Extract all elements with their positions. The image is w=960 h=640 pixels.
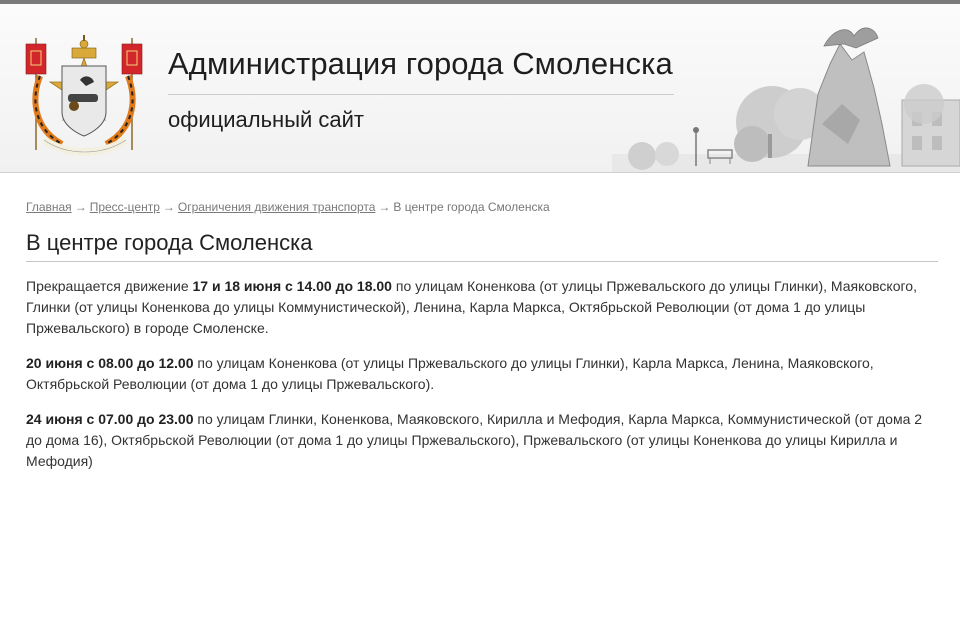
page-title: В центре города Смоленска <box>26 230 313 255</box>
site-subtitle: официальный сайт <box>168 107 365 132</box>
breadcrumb-separator: → <box>74 200 87 214</box>
breadcrumb-link-home[interactable]: Главная <box>26 200 72 214</box>
article-paragraph-3: 24 июня с 07.00 до 23.00 по улицам Глинк… <box>26 409 940 472</box>
site-title[interactable]: Администрация города Смоленска <box>168 46 673 82</box>
title-underline <box>26 261 938 262</box>
breadcrumb-link-press[interactable]: Пресс-центр <box>90 200 160 214</box>
breadcrumb: Главная → Пресс-центр → Ограничения движения… <box>26 200 550 214</box>
site-header: Администрация города Смоленска официальн… <box>0 4 960 173</box>
monument-illustration-icon <box>612 27 960 172</box>
breadcrumb-separator: → <box>378 200 391 214</box>
breadcrumb-link-section[interactable]: Ограничения движения транспорта <box>178 200 376 214</box>
paragraph-lead-text: Прекращается движение <box>26 278 193 294</box>
breadcrumb-separator: → <box>162 200 175 214</box>
paragraph-date-bold: 17 и 18 июня с 14.00 до 18.00 <box>192 278 392 294</box>
article-paragraph-1: Прекращается движение 17 и 18 июня с 14.… <box>26 276 940 339</box>
article-body: Прекращается движение 17 и 18 июня с 14.… <box>26 276 940 486</box>
title-divider <box>168 94 674 95</box>
breadcrumb-current: В центре города Смоленска <box>393 200 550 214</box>
paragraph-date-bold: 20 июня с 08.00 до 12.00 <box>26 355 194 371</box>
paragraph-date-bold: 24 июня с 07.00 до 23.00 <box>26 411 194 427</box>
smolensk-coat-of-arms-icon[interactable] <box>22 32 148 156</box>
article-paragraph-2: 20 июня с 08.00 до 12.00 по улицам Конен… <box>26 353 940 395</box>
